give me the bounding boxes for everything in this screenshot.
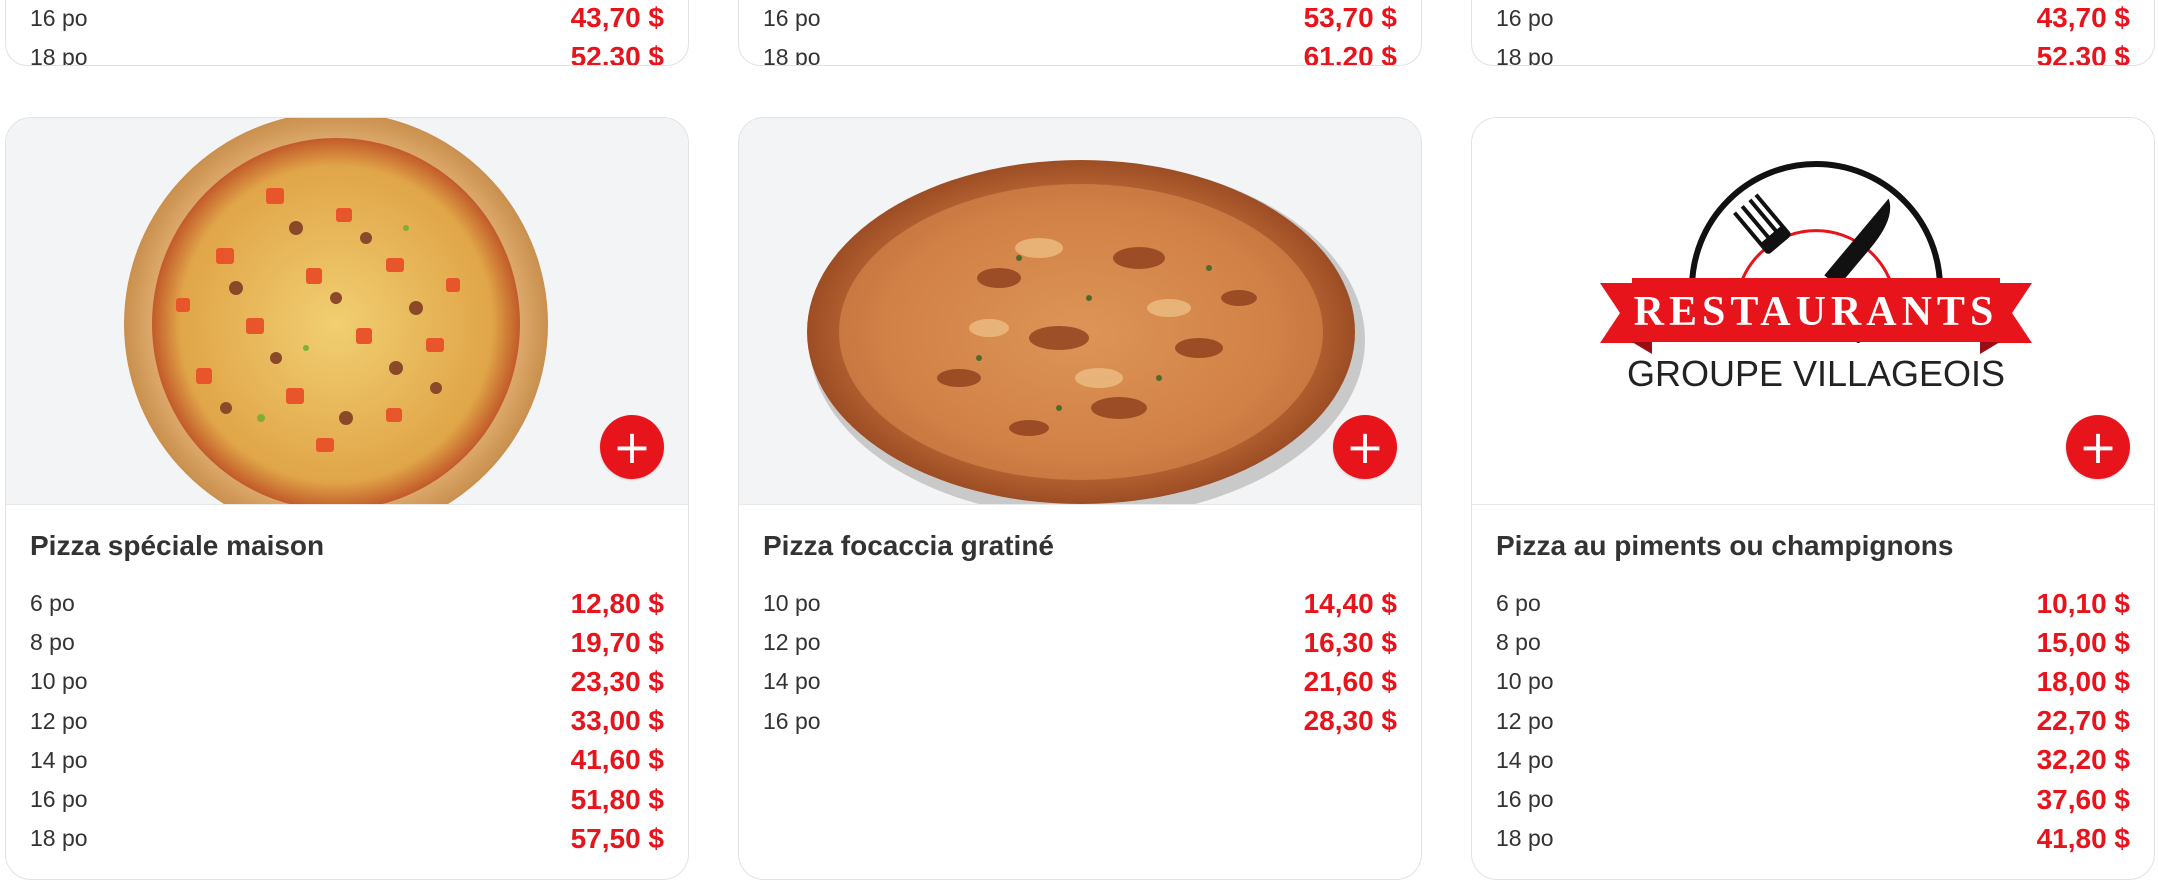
price-row: 16 po 43,70 $ <box>6 0 688 38</box>
price-value: 21,60 $ <box>1303 665 1397 697</box>
price-row: 8 po 19,70 $ <box>6 623 688 662</box>
price-value: 12,80 $ <box>570 587 664 619</box>
item-title: Pizza spéciale maison <box>30 530 325 561</box>
price-value: 41,80 $ <box>2036 822 2130 854</box>
price-row: 8 po 15,00 $ <box>1472 623 2154 662</box>
price-value: 28,30 $ <box>1303 705 1397 737</box>
price-row: 10 po 23,30 $ <box>6 662 688 701</box>
size-label: 14 po <box>763 668 821 695</box>
price-list: 6 po 10,10 $ 8 po 15,00 $ 10 po 18,00 $ 12 … <box>1472 584 2154 858</box>
size-label: 16 po <box>30 786 88 813</box>
svg-text:RESTAURANTS: RESTAURANTS <box>1634 289 1999 335</box>
pizza-focaccia-illustration <box>807 160 1365 504</box>
price-row: 18 po 57,50 $ <box>6 819 688 858</box>
add-to-cart-button[interactable]: + <box>2066 415 2130 479</box>
size-label: 10 po <box>763 590 821 617</box>
price-value: 37,60 $ <box>2036 783 2130 815</box>
item-title: Pizza focaccia gratiné <box>763 530 1055 561</box>
size-label: 16 po <box>1496 786 1554 813</box>
item-title: Pizza au piments ou champignons <box>1496 530 1954 561</box>
size-label: 6 po <box>30 590 75 617</box>
menu-card-partial[interactable]: 16 po 43,70 $ 18 po 52,30 $ <box>1471 0 2155 66</box>
price-value: 57,50 $ <box>570 822 664 854</box>
price-value: 43,70 $ <box>2036 2 2130 33</box>
price-value: 19,70 $ <box>570 626 664 658</box>
price-row: 12 po 16,30 $ <box>739 623 1421 662</box>
price-list: 6 po 12,80 $ 8 po 19,70 $ 10 po 23,30 $ 12 … <box>6 584 688 858</box>
restaurant-logo: RESTAURANTS GROUPE VILLAGEOIS <box>1600 161 2032 394</box>
size-label: 18 po <box>763 43 821 66</box>
size-label: 16 po <box>1496 4 1554 31</box>
price-value: 43,70 $ <box>570 2 664 33</box>
price-row: 16 po 43,70 $ <box>1472 0 2154 38</box>
size-label: 10 po <box>30 668 88 695</box>
price-row: 16 po 53,70 $ <box>739 0 1421 38</box>
menu-card-partial[interactable]: 16 po 43,70 $ 18 po 52,30 $ <box>5 0 689 66</box>
size-label: 12 po <box>30 707 88 734</box>
menu-card-pizza-focaccia-gratine[interactable]: + Pizza focaccia gratiné 10 po 14,40 $ 12… <box>738 117 1422 880</box>
size-label: 18 po <box>1496 825 1554 852</box>
size-label: 8 po <box>30 629 75 656</box>
size-label: 10 po <box>1496 668 1554 695</box>
price-value: 15,00 $ <box>2036 626 2130 658</box>
add-to-cart-button[interactable]: + <box>1333 415 1397 479</box>
size-label: 16 po <box>763 707 821 734</box>
previous-row: 16 po 43,70 $ 18 po 52,30 $ 16 po 53,70 … <box>0 0 2158 68</box>
price-value: 52,30 $ <box>570 41 664 66</box>
size-label: 18 po <box>30 825 88 852</box>
size-label: 8 po <box>1496 629 1541 656</box>
size-label: 16 po <box>30 4 88 31</box>
price-value: 22,70 $ <box>2036 705 2130 737</box>
price-row: 16 po 37,60 $ <box>1472 780 2154 819</box>
size-label: 12 po <box>1496 707 1554 734</box>
size-label: 18 po <box>30 43 88 66</box>
price-value: 14,40 $ <box>1303 587 1397 619</box>
price-value: 51,80 $ <box>570 783 664 815</box>
price-value: 23,30 $ <box>570 665 664 697</box>
pizza-speciale-illustration <box>124 118 548 504</box>
plus-icon: + <box>2078 420 2118 474</box>
price-row: 16 po 28,30 $ <box>739 702 1421 741</box>
menu-card-partial[interactable]: 16 po 53,70 $ 18 po 61,20 $ <box>738 0 1422 66</box>
price-row: 16 po 51,80 $ <box>6 780 688 819</box>
size-label: 18 po <box>1496 43 1554 66</box>
price-value: 33,00 $ <box>570 705 664 737</box>
price-value: 61,20 $ <box>1303 41 1397 66</box>
price-row: 14 po 21,60 $ <box>739 662 1421 701</box>
price-row: 14 po 41,60 $ <box>6 741 688 780</box>
price-row: 6 po 10,10 $ <box>1472 584 2154 623</box>
restaurant-logo-image[interactable]: RESTAURANTS GROUPE VILLAGEOIS + <box>1472 118 2154 505</box>
price-value: 32,20 $ <box>2036 744 2130 776</box>
size-label: 6 po <box>1496 590 1541 617</box>
price-value: 41,60 $ <box>570 744 664 776</box>
add-to-cart-button[interactable]: + <box>600 415 664 479</box>
size-label: 12 po <box>763 629 821 656</box>
price-row: 18 po 41,80 $ <box>1472 819 2154 858</box>
price-row: 12 po 33,00 $ <box>6 702 688 741</box>
price-row: 18 po 61,20 $ <box>739 37 1421 66</box>
price-value: 16,30 $ <box>1303 626 1397 658</box>
pizza-image[interactable]: + <box>6 118 688 505</box>
price-row: 18 po 52,30 $ <box>1472 37 2154 66</box>
price-row: 6 po 12,80 $ <box>6 584 688 623</box>
menu-card-pizza-speciale-maison[interactable]: + Pizza spéciale maison 6 po 12,80 $ 8 po… <box>5 117 689 880</box>
plus-icon: + <box>612 420 652 474</box>
plus-icon: + <box>1345 420 1385 474</box>
price-row: 18 po 52,30 $ <box>6 37 688 66</box>
size-label: 14 po <box>1496 746 1554 773</box>
price-value: 10,10 $ <box>2036 587 2130 619</box>
price-row: 12 po 22,70 $ <box>1472 702 2154 741</box>
price-value: 53,70 $ <box>1303 2 1397 33</box>
price-row: 10 po 14,40 $ <box>739 584 1421 623</box>
menu-card-pizza-piments-champignons[interactable]: RESTAURANTS GROUPE VILLAGEOIS + Pizza au… <box>1471 117 2155 880</box>
pizza-image[interactable]: + <box>739 118 1421 505</box>
price-row: 10 po 18,00 $ <box>1472 662 2154 701</box>
svg-text:GROUPE VILLAGEOIS: GROUPE VILLAGEOIS <box>1627 353 2005 394</box>
size-label: 14 po <box>30 746 88 773</box>
price-value: 52,30 $ <box>2036 41 2130 66</box>
price-list: 10 po 14,40 $ 12 po 16,30 $ 14 po 21,60 $ 1… <box>739 584 1421 741</box>
price-row: 14 po 32,20 $ <box>1472 741 2154 780</box>
price-value: 18,00 $ <box>2036 665 2130 697</box>
size-label: 16 po <box>763 4 821 31</box>
